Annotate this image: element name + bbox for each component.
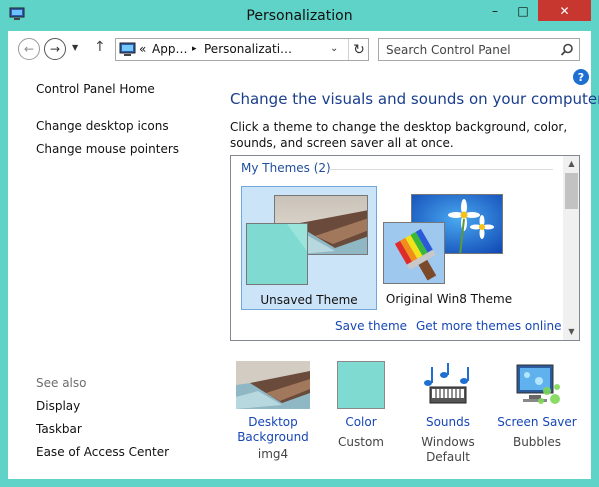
scroll-thumb[interactable] <box>565 173 578 209</box>
address-overflow-icon[interactable]: « <box>139 42 146 56</box>
page-title: Change the visuals and sounds on your co… <box>230 90 599 108</box>
control-panel-home-link[interactable]: Control Panel Home <box>36 82 155 96</box>
search-placeholder[interactable]: Search Control Panel <box>386 43 511 57</box>
scroll-up-icon[interactable]: ▲ <box>563 156 579 172</box>
group-title: My Themes (2) <box>241 161 331 175</box>
address-separator-icon[interactable]: ▸ <box>192 44 197 54</box>
client-area: ← → ▼ ↑ « App… ▸ Personalizati… ⌄ ↻ Sear… <box>8 31 599 479</box>
maximize-button[interactable]: □ <box>510 0 536 21</box>
display-link[interactable]: Display <box>36 399 80 413</box>
ease-of-access-link[interactable]: Ease of Access Center <box>36 445 169 459</box>
refresh-icon[interactable]: ↻ <box>348 39 369 60</box>
screen-saver-label[interactable]: Screen Saver <box>497 415 577 430</box>
theme-original-win8[interactable]: Original Win8 Theme <box>381 186 517 310</box>
control-panel-icon <box>119 42 136 56</box>
page-description: Click a theme to change the desktop back… <box>230 120 568 150</box>
close-button[interactable]: ✕ <box>538 0 591 21</box>
recent-locations-icon[interactable]: ▼ <box>72 43 78 52</box>
address-dropdown-icon[interactable]: ⌄ <box>330 43 338 54</box>
help-icon[interactable]: ? <box>573 69 589 85</box>
theme-unsaved[interactable]: Unsaved Theme <box>241 186 377 310</box>
minimize-button[interactable]: – <box>482 0 508 21</box>
search-icon[interactable] <box>559 42 575 58</box>
save-theme-link[interactable]: Save theme <box>335 319 407 333</box>
change-desktop-icons-link[interactable]: Change desktop icons <box>36 119 169 133</box>
scroll-down-icon[interactable]: ▼ <box>563 324 579 340</box>
forward-button[interactable]: → <box>44 38 66 60</box>
group-divider <box>329 169 553 170</box>
themes-list[interactable]: My Themes (2) Unsaved Theme Original Win… <box>230 155 580 341</box>
themes-scrollbar[interactable]: ▲ ▼ <box>563 156 579 340</box>
change-mouse-pointers-link[interactable]: Change mouse pointers <box>36 142 179 156</box>
theme-label: Unsaved Theme <box>260 293 358 307</box>
sounds-label[interactable]: Sounds <box>408 415 488 430</box>
sounds-icon <box>424 363 469 404</box>
title-bar[interactable]: Personalization – □ ✕ <box>0 0 599 32</box>
window: Personalization – □ ✕ ← → ▼ ↑ « App… ▸ P… <box>0 0 599 487</box>
address-segment-personalization[interactable]: Personalizati… <box>204 42 292 56</box>
up-icon[interactable]: ↑ <box>94 39 106 55</box>
theme-label: Original Win8 Theme <box>385 292 513 306</box>
see-also-label: See also <box>36 376 87 390</box>
screen-saver-icon <box>516 364 560 404</box>
desktop-background-item[interactable]: Desktop Background img4 <box>233 361 313 462</box>
sounds-value: Windows Default <box>421 435 475 464</box>
desktop-background-label[interactable]: Desktop Background <box>233 415 313 445</box>
color-value: Custom <box>338 435 384 449</box>
search-box[interactable]: Search Control Panel <box>378 38 580 61</box>
address-bar[interactable]: « App… ▸ Personalizati… ⌄ ↻ <box>115 38 369 61</box>
sounds-item[interactable]: Sounds Windows Default <box>408 361 488 465</box>
navigation-bar: ← → ▼ ↑ « App… ▸ Personalizati… ⌄ ↻ Sear… <box>8 31 591 67</box>
screen-saver-value: Bubbles <box>512 435 562 449</box>
color-swatch-icon <box>337 361 385 409</box>
taskbar-link[interactable]: Taskbar <box>36 422 82 436</box>
win8-theme-color-swatch <box>383 222 445 284</box>
color-label[interactable]: Color <box>321 415 401 430</box>
screen-saver-item[interactable]: Screen Saver Bubbles <box>497 361 577 450</box>
unsaved-theme-color-swatch <box>246 223 308 285</box>
color-item[interactable]: Color Custom <box>321 361 401 450</box>
address-segment-appearance[interactable]: App… <box>152 42 187 56</box>
back-button[interactable]: ← <box>18 38 40 60</box>
desktop-background-value: img4 <box>257 447 289 461</box>
get-more-themes-link[interactable]: Get more themes online <box>416 319 562 333</box>
desktop-background-icon <box>236 361 310 409</box>
